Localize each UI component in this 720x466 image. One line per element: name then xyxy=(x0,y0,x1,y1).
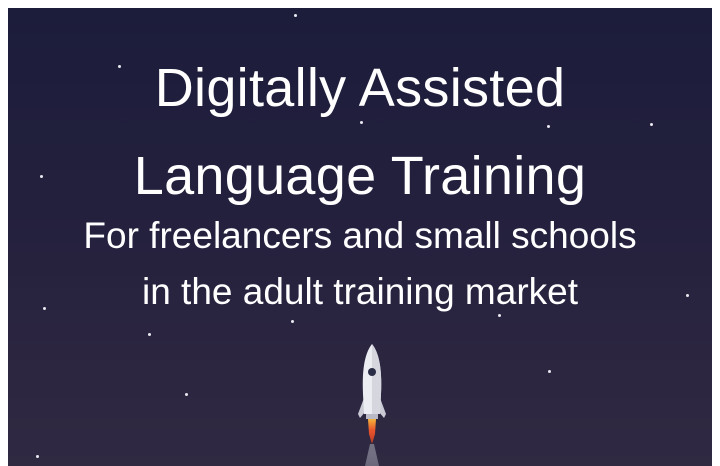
slide-subtitle-line-2: in the adult training market xyxy=(141,271,578,312)
slide-title-line-1: Digitally Assisted xyxy=(154,58,566,118)
star-icon xyxy=(36,455,39,458)
star-icon xyxy=(547,125,550,128)
star-icon xyxy=(498,314,501,317)
star-icon xyxy=(185,393,188,396)
slide-title-line-2: Language Training xyxy=(133,146,587,206)
title-slide: Digitally Assisted Language Training For… xyxy=(8,8,712,466)
slide-subtitle-line-1: For freelancers and small schools xyxy=(83,215,637,256)
star-icon xyxy=(548,370,551,373)
star-icon xyxy=(360,121,363,124)
star-icon xyxy=(294,14,297,17)
star-icon xyxy=(650,123,653,126)
star-icon xyxy=(148,333,151,336)
rocket-icon xyxy=(358,344,386,466)
star-icon xyxy=(291,320,294,323)
